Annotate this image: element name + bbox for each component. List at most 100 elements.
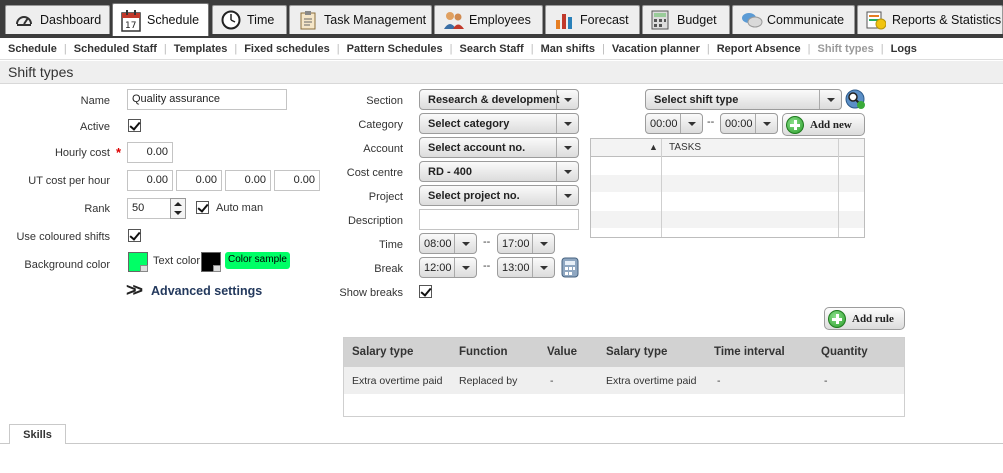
calculator-icon[interactable] xyxy=(560,257,581,278)
time-range-separator: -- xyxy=(483,236,491,248)
tab-budget[interactable]: Budget xyxy=(642,5,730,34)
break-to-value: 13:00 xyxy=(502,262,530,274)
tab-employees[interactable]: Employees xyxy=(434,5,543,34)
shift-type-select[interactable]: Select shift type xyxy=(645,89,842,110)
use-coloured-label: Use coloured shifts xyxy=(16,231,110,243)
people-icon xyxy=(443,10,464,30)
show-breaks-checkbox[interactable] xyxy=(419,285,432,298)
break-from-select[interactable]: 12:00 xyxy=(419,257,477,278)
submenu-vacation-planner[interactable]: Vacation planner xyxy=(612,43,700,55)
active-label: Active xyxy=(80,121,110,133)
add-rule-button[interactable]: Add rule xyxy=(824,307,905,330)
advanced-settings-label: Advanced settings xyxy=(151,283,263,298)
chevron-down-icon xyxy=(454,258,476,277)
shift-to-select[interactable]: 00:00 xyxy=(720,113,778,134)
speech-bubbles-icon xyxy=(741,10,763,30)
chevron-down-icon xyxy=(454,234,476,253)
skills-panel xyxy=(0,443,1003,473)
time-to-value: 17:00 xyxy=(502,238,530,250)
cost-centre-select[interactable]: RD - 400 xyxy=(419,161,579,182)
chevron-down-icon xyxy=(819,90,841,109)
table-row xyxy=(591,157,864,175)
cost-centre-label: Cost centre xyxy=(346,167,403,179)
sort-ascending-icon[interactable]: ▲ xyxy=(649,142,658,152)
time-from-select[interactable]: 08:00 xyxy=(419,233,477,254)
shift-from-select[interactable]: 00:00 xyxy=(645,113,703,134)
rank-input[interactable]: 50 xyxy=(127,198,171,219)
top-nav-bar: Dashboard 17 Schedule Time Task Manageme… xyxy=(0,0,1003,38)
account-select[interactable]: Select account no. xyxy=(419,137,579,158)
add-new-button[interactable]: Add new xyxy=(782,113,865,136)
chevron-down-icon xyxy=(556,162,578,181)
column-header: Function xyxy=(459,346,508,358)
calculator-icon xyxy=(651,10,671,30)
tab-communicate[interactable]: Communicate xyxy=(732,5,855,34)
time-label: Time xyxy=(378,239,403,251)
submenu-scheduled-staff[interactable]: Scheduled Staff xyxy=(74,43,157,55)
submenu-pattern-schedules[interactable]: Pattern Schedules xyxy=(347,43,443,55)
submenu-fixed-schedules[interactable]: Fixed schedules xyxy=(244,43,330,55)
text-color-picker[interactable] xyxy=(201,252,221,272)
tab-task-management[interactable]: Task Management xyxy=(289,5,432,34)
active-checkbox[interactable] xyxy=(128,119,141,132)
table-row[interactable]: Extra overtime paid Replaced by - Extra … xyxy=(344,367,904,394)
color-sample: Color sample xyxy=(225,252,290,269)
add-new-label: Add new xyxy=(810,118,852,131)
rule-salary-type-2: Extra overtime paid xyxy=(606,375,697,387)
break-label: Break xyxy=(374,263,403,275)
ut-cost-input-2[interactable]: 0.00 xyxy=(176,170,222,191)
account-label: Account xyxy=(363,143,403,155)
category-label: Category xyxy=(358,119,403,131)
background-color-picker[interactable] xyxy=(128,252,148,272)
search-shift-icon[interactable] xyxy=(844,88,866,110)
name-input[interactable]: Quality assurance xyxy=(127,89,287,110)
submenu-schedule[interactable]: Schedule xyxy=(8,43,57,55)
clock-icon xyxy=(221,10,241,30)
rules-table-header: Salary type Function Value Salary type T… xyxy=(344,338,904,367)
report-icon xyxy=(866,10,887,30)
ut-cost-input-3[interactable]: 0.00 xyxy=(225,170,271,191)
break-to-select[interactable]: 13:00 xyxy=(497,257,555,278)
cost-centre-select-value: RD - 400 xyxy=(428,166,473,178)
auto-man-checkbox[interactable] xyxy=(196,201,209,214)
section-select-value: Research & development xyxy=(428,94,560,106)
chevron-down-icon xyxy=(680,114,702,133)
use-coloured-checkbox[interactable] xyxy=(128,229,141,242)
project-select[interactable]: Select project no. xyxy=(419,185,579,206)
description-input[interactable] xyxy=(419,209,579,230)
ut-cost-input-1[interactable]: 0.00 xyxy=(127,170,173,191)
tab-dashboard[interactable]: Dashboard xyxy=(5,5,110,34)
tab-reports-statistics[interactable]: Reports & Statistics xyxy=(857,5,1003,34)
section-select[interactable]: Research & development xyxy=(419,89,579,110)
show-breaks-label: Show breaks xyxy=(339,287,403,299)
double-chevron-right-icon: >> xyxy=(126,280,143,300)
submenu-man-shifts[interactable]: Man shifts xyxy=(541,43,595,55)
tab-schedule[interactable]: 17 Schedule xyxy=(112,3,209,36)
text-color-label: Text color xyxy=(153,255,201,267)
hourly-cost-label: Hourly cost xyxy=(54,147,110,159)
submenu-logs[interactable]: Logs xyxy=(891,43,917,55)
submenu-shift-types[interactable]: Shift types xyxy=(818,43,874,55)
tab-forecast[interactable]: Forecast xyxy=(545,5,640,34)
category-select-value: Select category xyxy=(428,118,510,130)
shift-to-value: 00:00 xyxy=(725,118,753,130)
project-select-value: Select project no. xyxy=(428,190,520,202)
tasks-column-header[interactable]: TASKS xyxy=(669,142,701,153)
submenu-search-staff[interactable]: Search Staff xyxy=(460,43,524,55)
tasks-table: ▲ TASKS xyxy=(590,138,865,238)
submenu-report-absence[interactable]: Report Absence xyxy=(717,43,801,55)
hourly-cost-input[interactable]: 0.00 xyxy=(127,142,173,163)
time-to-select[interactable]: 17:00 xyxy=(497,233,555,254)
rank-stepper[interactable] xyxy=(170,198,186,219)
tab-skills[interactable]: Skills xyxy=(9,424,66,444)
plus-icon xyxy=(786,115,804,134)
shift-range-separator: -- xyxy=(707,116,715,128)
submenu-templates[interactable]: Templates xyxy=(174,43,228,55)
dashboard-gauge-icon xyxy=(14,10,34,30)
category-select[interactable]: Select category xyxy=(419,113,579,134)
section-label: Section xyxy=(366,95,403,107)
chevron-down-icon xyxy=(556,114,578,133)
advanced-settings-link[interactable]: >> Advanced settings xyxy=(126,280,262,301)
page-title: Shift types xyxy=(0,61,1003,84)
tab-time[interactable]: Time xyxy=(212,5,287,34)
